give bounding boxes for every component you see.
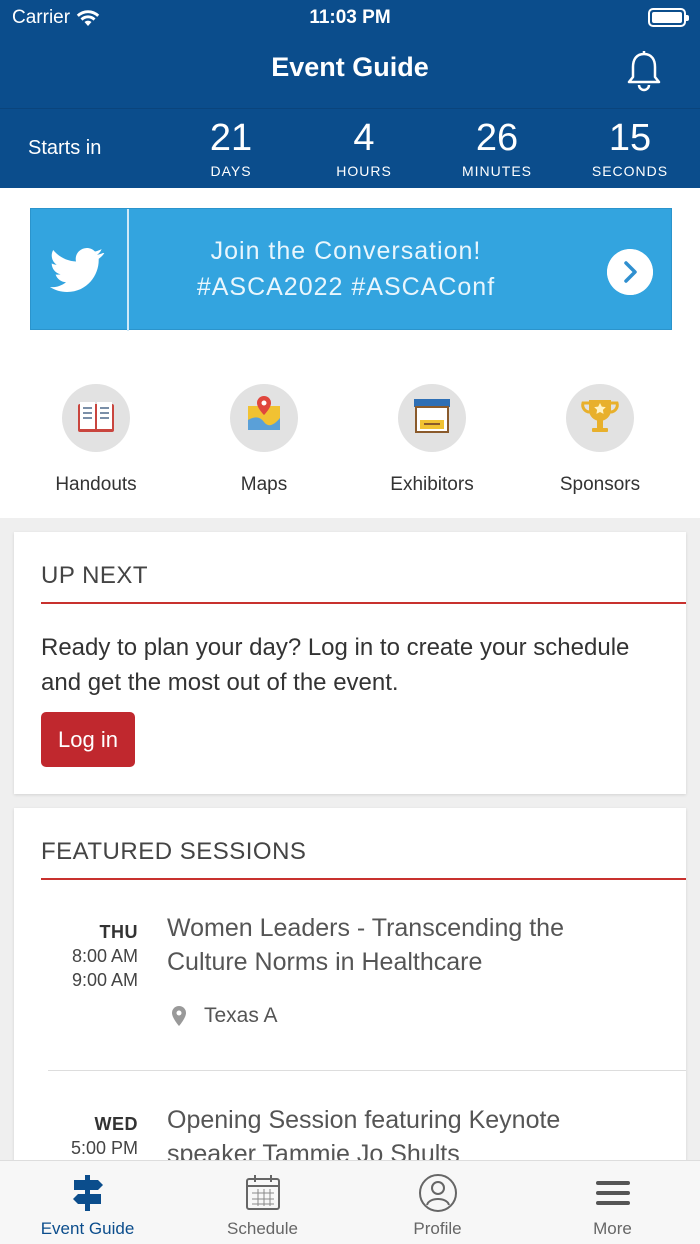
up-next-message: Ready to plan your day? Log in to create… (41, 634, 630, 696)
login-button[interactable]: Log in (41, 712, 135, 767)
tab-label: Event Guide (40, 1219, 135, 1238)
user-icon (418, 1174, 457, 1212)
banner-line-2: #ASCA2022 #ASCAConf (196, 273, 496, 301)
session-location: Texas A (172, 1004, 278, 1028)
featured-heading: FEATURED SESSIONS (41, 838, 307, 865)
quick-link-label: Maps (240, 474, 288, 495)
booth-icon (398, 384, 466, 452)
session-separator (48, 1070, 686, 1071)
featured-sessions-card: FEATURED SESSIONS THU 8:00 AM 9:00 AM Wo… (14, 808, 686, 1160)
session-item[interactable]: THU 8:00 AM 9:00 AM Women Leaders - Tran… (14, 914, 686, 1068)
countdown-days: 21 DAYS (176, 117, 286, 179)
calendar-icon (245, 1175, 280, 1210)
countdown-label: Starts in (28, 137, 102, 159)
main-content: Join the Conversation! #ASCA2022 #ASCACo… (0, 188, 700, 1160)
banner-line-1: Join the Conversation! (210, 237, 482, 265)
session-end: 9:00 AM (71, 970, 138, 990)
up-next-card: UP NEXT Ready to plan your day? Log in t… (14, 532, 686, 794)
countdown-value: 4 (353, 117, 375, 159)
menu-icon (595, 1181, 630, 1205)
tab-more[interactable]: More (525, 1161, 700, 1244)
session-start: 5:00 PM (70, 1138, 138, 1158)
quick-link-maps[interactable]: Maps (180, 384, 348, 496)
battery-icon (648, 8, 689, 27)
quick-link-exhibitors[interactable]: Exhibitors (348, 384, 516, 496)
tab-label: More (593, 1219, 632, 1238)
session-times: 5:00 PM (38, 1136, 138, 1160)
twitter-icon-panel (31, 209, 129, 331)
session-day: WED (94, 1114, 138, 1134)
countdown-value: 21 (209, 117, 253, 159)
countdown-seconds: 15 SECONDS (575, 117, 685, 179)
bell-icon[interactable] (624, 50, 664, 92)
quick-links: Handouts Maps Exhibitors Sponsors (0, 384, 700, 514)
book-icon (62, 384, 130, 452)
page-title: Event Guide (271, 52, 429, 82)
location-pin-icon (172, 1006, 186, 1026)
countdown-caption: SECONDS (591, 163, 669, 179)
session-title: Women Leaders - Transcending the Culture… (167, 914, 564, 976)
quick-link-handouts[interactable]: Handouts (12, 384, 180, 496)
tab-profile[interactable]: Profile (350, 1161, 525, 1244)
tab-bar: Event Guide Schedule Profile More (0, 1160, 700, 1244)
trophy-icon (566, 384, 634, 452)
twitter-banner[interactable]: Join the Conversation! #ASCA2022 #ASCACo… (30, 208, 672, 331)
tab-schedule[interactable]: Schedule (175, 1161, 350, 1244)
divider (41, 878, 686, 880)
countdown-bar: Starts in 21 DAYS 4 HOURS 26 MINUTES 15 … (0, 108, 700, 188)
status-bar: Carrier 11:03 PM (0, 0, 700, 36)
quick-link-label: Exhibitors (390, 474, 474, 495)
countdown-minutes: 26 MINUTES (442, 117, 552, 179)
tab-label: Schedule (227, 1219, 298, 1238)
countdown-value: 26 (475, 117, 519, 159)
map-icon (230, 384, 298, 452)
countdown-caption: MINUTES (462, 163, 532, 179)
session-location-label: Texas A (204, 1004, 278, 1027)
chevron-right-icon[interactable] (607, 249, 653, 295)
banner-text: Join the Conversation! #ASCA2022 #ASCACo… (131, 233, 561, 305)
status-time: 11:03 PM (309, 7, 391, 28)
countdown-caption: HOURS (336, 163, 392, 179)
session-times: 8:00 AM 9:00 AM (38, 944, 138, 992)
signpost-icon (72, 1175, 103, 1211)
quick-link-sponsors[interactable]: Sponsors (516, 384, 684, 496)
header-bar: Carrier 11:03 PM Event Guide (0, 0, 700, 108)
tab-event-guide[interactable]: Event Guide (0, 1161, 175, 1244)
divider (41, 602, 686, 604)
quick-link-label: Handouts (55, 474, 137, 495)
session-item[interactable]: WED 5:00 PM Opening Session featuring Ke… (14, 1106, 686, 1160)
countdown-caption: DAYS (210, 163, 252, 179)
tab-label: Profile (413, 1219, 462, 1238)
up-next-heading: UP NEXT (41, 562, 149, 589)
session-day: THU (99, 922, 138, 942)
twitter-icon (49, 247, 105, 292)
countdown-value: 15 (608, 117, 652, 159)
session-title: Opening Session featuring Keynote speake… (167, 1106, 561, 1160)
session-start: 8:00 AM (71, 946, 138, 966)
quick-link-label: Sponsors (559, 474, 641, 495)
countdown-hours: 4 HOURS (309, 117, 419, 179)
